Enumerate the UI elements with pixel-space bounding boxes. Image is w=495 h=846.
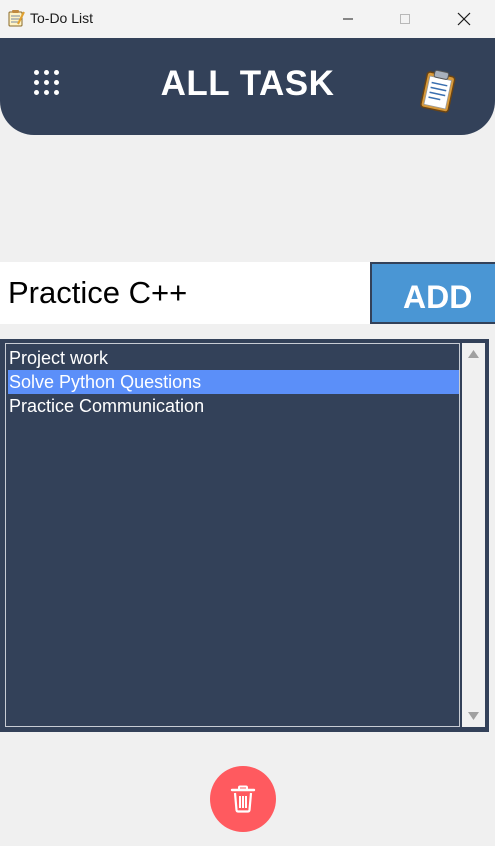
maximize-button[interactable] (382, 0, 428, 38)
clipboard-icon (420, 69, 456, 113)
maximize-icon (400, 14, 410, 24)
notepad-icon (8, 10, 25, 27)
task-list[interactable]: Project work Solve Python Questions Prac… (0, 339, 489, 732)
close-button[interactable] (441, 0, 487, 38)
scroll-down-icon (468, 712, 479, 720)
minimize-icon (343, 18, 353, 20)
scroll-up-button[interactable] (462, 345, 485, 363)
window-titlebar: To-Do List (0, 0, 495, 38)
trash-icon (230, 785, 256, 813)
task-input[interactable] (0, 262, 370, 324)
minimize-button[interactable] (325, 0, 371, 38)
app-header: ALL TASK (0, 38, 495, 135)
list-item[interactable]: Project work (8, 346, 459, 370)
scroll-down-button[interactable] (462, 707, 485, 725)
add-button[interactable]: ADD (370, 262, 495, 324)
list-item-selected[interactable]: Solve Python Questions (8, 370, 459, 394)
delete-button[interactable] (210, 766, 276, 832)
close-icon (457, 12, 471, 26)
list-scrollbar[interactable] (462, 343, 485, 727)
task-list-body[interactable]: Project work Solve Python Questions Prac… (5, 343, 460, 727)
window-title: To-Do List (30, 10, 94, 26)
scroll-up-icon (468, 350, 479, 358)
list-item[interactable]: Practice Communication (8, 394, 459, 418)
